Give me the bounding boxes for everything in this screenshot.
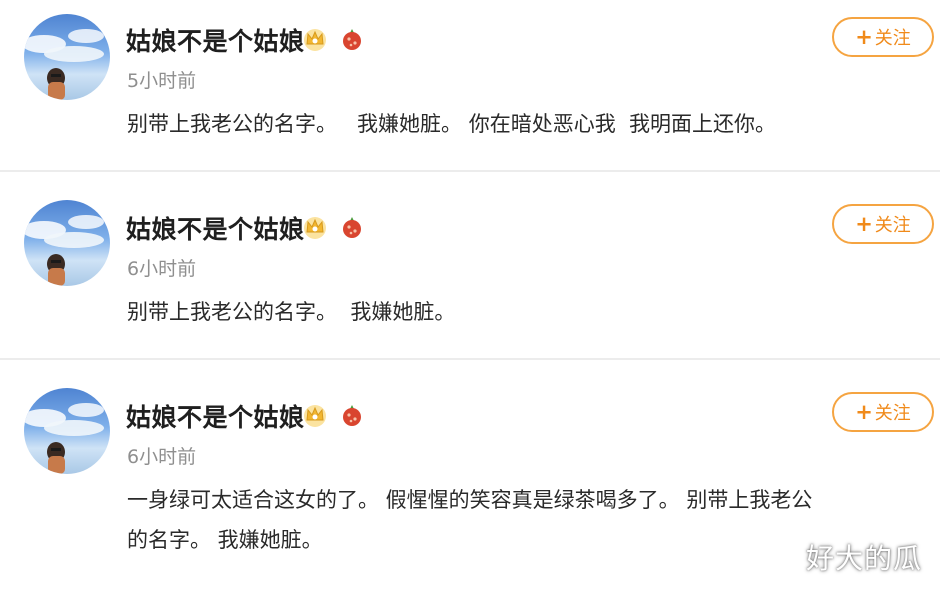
- follow-label: 关注: [874, 403, 911, 424]
- follow-label: 关注: [874, 28, 911, 49]
- follow-button[interactable]: + 关注: [832, 17, 934, 57]
- plus-icon: +: [855, 400, 873, 424]
- username[interactable]: 姑娘不是个姑娘: [126, 22, 305, 58]
- comment-item: 姑娘不是个姑娘 6小时前 别带上我老公的名字。 我嫌她脏。 + 关注: [0, 172, 940, 358]
- comment-text: 别带上我老公的名字。 我嫌她脏。: [127, 292, 455, 332]
- comment-item: 姑娘不是个姑娘 5小时前 别带上我老公的名字。 我嫌她脏。 你在暗处恶心我 我明…: [0, 0, 940, 170]
- follow-button[interactable]: + 关注: [832, 204, 934, 244]
- comment-line: 别带上我老公的名字。 我嫌她脏。 你在暗处恶心我 我明面上还你。: [127, 112, 777, 136]
- username[interactable]: 姑娘不是个姑娘: [126, 398, 305, 434]
- username[interactable]: 姑娘不是个姑娘: [126, 210, 305, 246]
- avatar-photo: [24, 403, 104, 474]
- follow-button[interactable]: + 关注: [832, 392, 934, 432]
- crown-badge-icon: [304, 29, 326, 51]
- avatar-photo: [24, 29, 104, 100]
- crown-badge-icon: [304, 405, 326, 427]
- comment-line: 一身绿可太适合这女的了。 假惺惺的笑容真是绿茶喝多了。 别带上我老公: [127, 488, 813, 512]
- crown-badge-icon: [304, 217, 326, 239]
- comment-line: 别带上我老公的名字。 我嫌她脏。: [127, 300, 456, 324]
- fruit-badge-icon: [343, 405, 361, 426]
- post-time: 5小时前: [127, 70, 197, 92]
- avatar-photo: [24, 215, 104, 286]
- fruit-badge-icon: [343, 217, 361, 238]
- post-time: 6小时前: [127, 446, 197, 468]
- post-time: 6小时前: [127, 258, 197, 280]
- avatar[interactable]: [24, 388, 110, 474]
- watermark: 好大的瓜: [806, 542, 923, 575]
- avatar[interactable]: [24, 200, 110, 286]
- plus-icon: +: [855, 212, 873, 236]
- comment-text: 别带上我老公的名字。 我嫌她脏。 你在暗处恶心我 我明面上还你。: [127, 104, 776, 144]
- comment-text: 一身绿可太适合这女的了。 假惺惺的笑容真是绿茶喝多了。 别带上我老公 的名字。 我…: [127, 480, 812, 560]
- fruit-badge-icon: [343, 29, 361, 50]
- comment-line: 的名字。 我嫌她脏。: [127, 528, 323, 552]
- follow-label: 关注: [874, 215, 911, 236]
- avatar[interactable]: [24, 14, 110, 100]
- comment-item: 姑娘不是个姑娘 6小时前 一身绿可太适合这女的了。 假惺惺的笑容真是绿茶喝多了。…: [0, 360, 940, 592]
- plus-icon: +: [855, 25, 873, 49]
